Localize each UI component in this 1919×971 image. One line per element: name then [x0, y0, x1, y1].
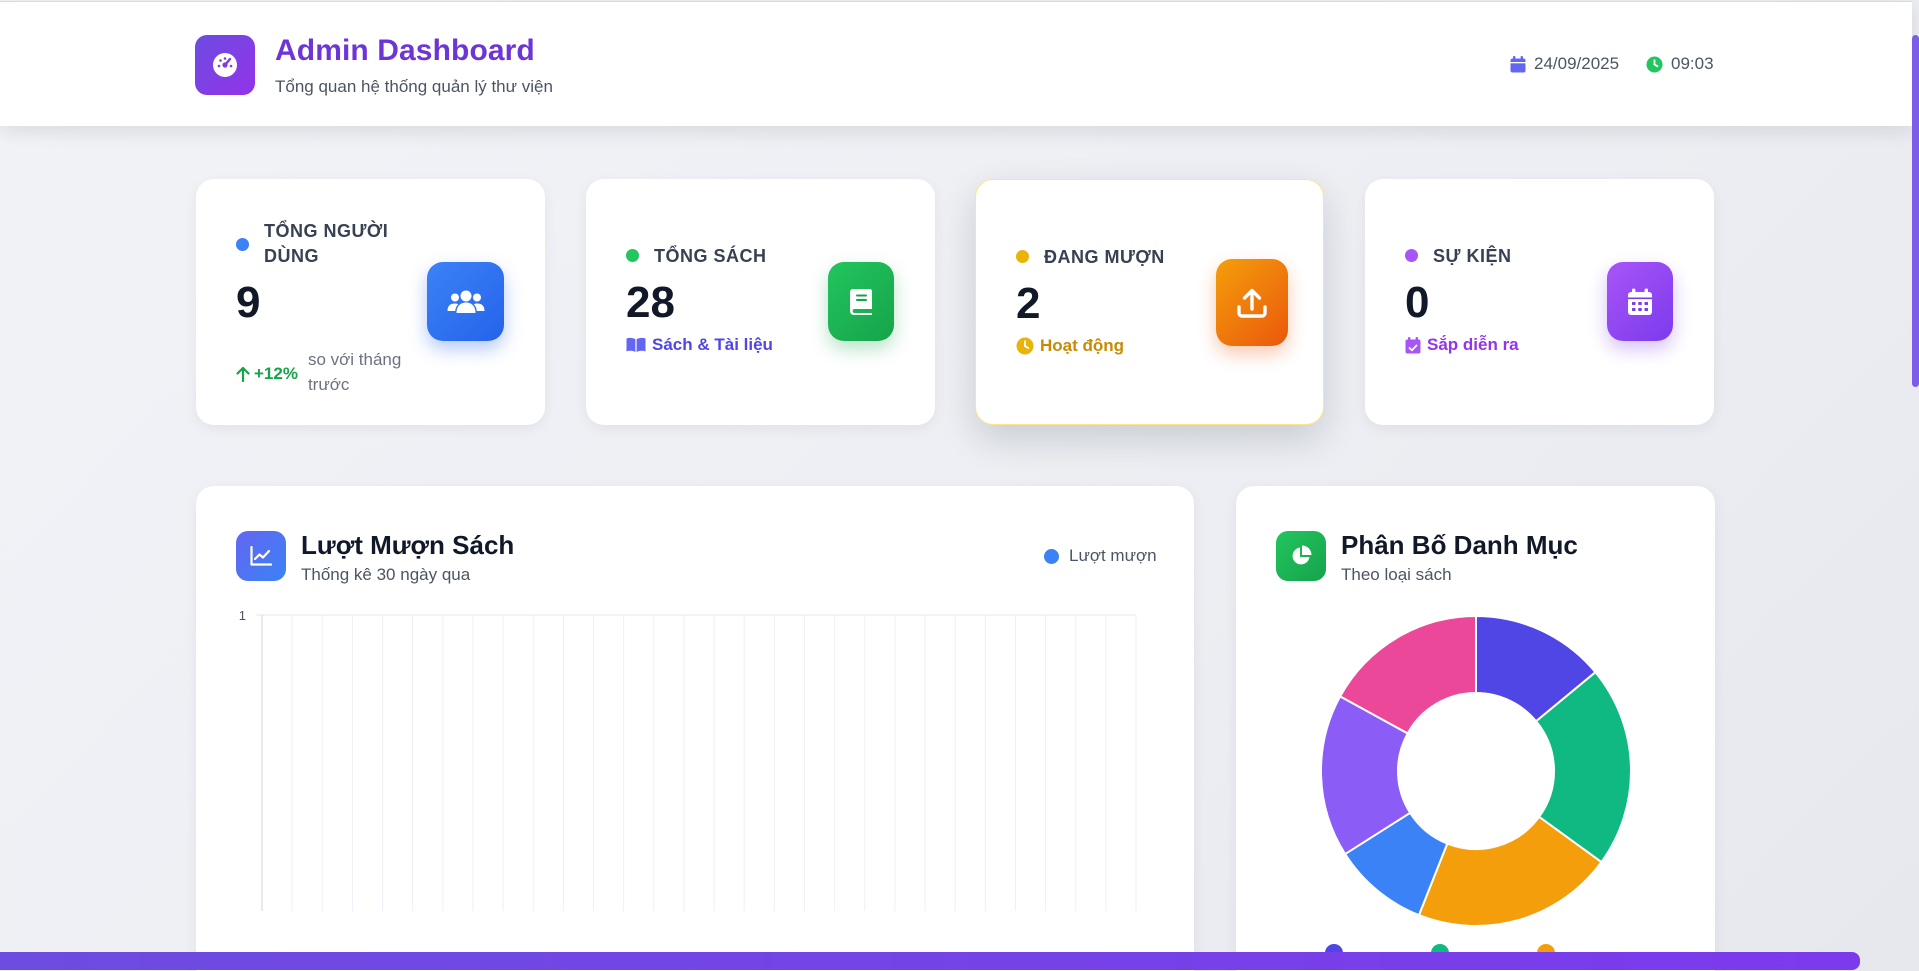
book-icon — [850, 288, 872, 315]
legend-label: Lượt mượn — [1069, 546, 1157, 565]
calendar-icon — [1628, 288, 1652, 315]
header-time: 09:03 — [1646, 54, 1714, 74]
panel-title: Phân Bố Danh Mục — [1341, 530, 1578, 560]
borrow-line-chart: 1 — [239, 611, 1137, 911]
trend-percent: +12% — [236, 347, 298, 397]
panel-subtitle: Theo loại sách — [1341, 565, 1452, 584]
arrow-up-icon — [236, 366, 250, 382]
stat-card-users[interactable]: TỔNG NGƯỜI DÙNG 9 +12% so với tháng trướ… — [196, 179, 545, 425]
status-dot — [626, 249, 639, 262]
open-book-icon — [626, 337, 646, 352]
stat-subtext-label: Sắp diễn ra — [1427, 335, 1519, 354]
bottom-progress-bar — [0, 952, 1860, 970]
upload-icon — [1237, 288, 1267, 318]
stat-trend: +12% so với tháng trước — [236, 347, 418, 397]
stat-subtext: Sách & Tài liệu — [626, 335, 773, 355]
pie-chart-icon — [1292, 545, 1312, 565]
stat-card-books[interactable]: TỔNG SÁCH 28 Sách & Tài liệu — [586, 179, 935, 425]
stat-subtext-label: Sách & Tài liệu — [652, 335, 773, 354]
stat-value: 0 — [1405, 278, 1430, 327]
gauge-icon — [213, 53, 237, 77]
clock-icon — [1646, 56, 1663, 72]
legend-dot — [1044, 548, 1059, 564]
users-icon-box — [427, 262, 504, 341]
stat-subtext-label: Hoạt động — [1040, 336, 1125, 355]
stat-card-events[interactable]: SỰ KIỆN 0 Sắp diễn ra — [1365, 179, 1714, 425]
trend-percent-text: +12% — [254, 364, 298, 383]
stat-label: ĐANG MƯỢN — [1044, 247, 1165, 267]
calendar-check-icon — [1405, 336, 1421, 353]
category-donut-chart — [1320, 614, 1632, 927]
logo — [195, 35, 255, 95]
borrow-chart-panel: Lượt Mượn Sách Thống kê 30 ngày qua Lượt… — [196, 486, 1194, 971]
panel-title: Lượt Mượn Sách — [301, 530, 515, 560]
page-header: Admin Dashboard Tổng quan hệ thống quản … — [0, 1, 1912, 126]
stat-label: TỔNG SÁCH — [654, 246, 767, 266]
trend-text: so với tháng trước — [307, 350, 402, 394]
line-chart-icon — [250, 546, 272, 566]
calendar-icon — [1510, 55, 1526, 72]
clock-icon — [1016, 337, 1034, 355]
stat-label: SỰ KIỆN — [1433, 246, 1512, 266]
page-title: Admin Dashboard — [275, 34, 535, 67]
calendar-icon-box — [1607, 262, 1673, 341]
stat-subtext: Hoạt động — [1016, 336, 1124, 356]
stat-value: 28 — [626, 278, 675, 327]
status-dot — [1405, 249, 1418, 262]
status-dot — [236, 238, 249, 251]
stat-label: TỔNG NGƯỜI DÙNG — [264, 221, 389, 266]
header-time-text: 09:03 — [1671, 54, 1714, 73]
header-date: 24/09/2025 — [1510, 54, 1619, 74]
y-tick-label: 1 — [239, 611, 246, 623]
upload-icon-box — [1216, 259, 1288, 346]
stat-card-borrowing[interactable]: ĐANG MƯỢN 2 Hoạt động — [975, 179, 1324, 425]
line-chart-icon-box — [236, 531, 286, 581]
page-subtitle: Tổng quan hệ thống quản lý thư viện — [275, 77, 553, 96]
panel-subtitle: Thống kê 30 ngày qua — [301, 565, 471, 584]
header-date-text: 24/09/2025 — [1534, 54, 1620, 73]
book-icon-box — [828, 262, 894, 341]
pie-chart-icon-box — [1276, 531, 1326, 581]
stat-subtext: Sắp diễn ra — [1405, 335, 1519, 355]
users-icon — [447, 290, 484, 313]
status-dot — [1016, 250, 1029, 263]
category-chart-panel: Phân Bố Danh Mục Theo loại sách — [1236, 486, 1715, 971]
stat-value: 2 — [1016, 279, 1041, 328]
stat-value: 9 — [236, 278, 261, 327]
chart-legend[interactable]: Lượt mượn — [1044, 546, 1157, 566]
scrollbar-thumb[interactable] — [1912, 35, 1919, 387]
